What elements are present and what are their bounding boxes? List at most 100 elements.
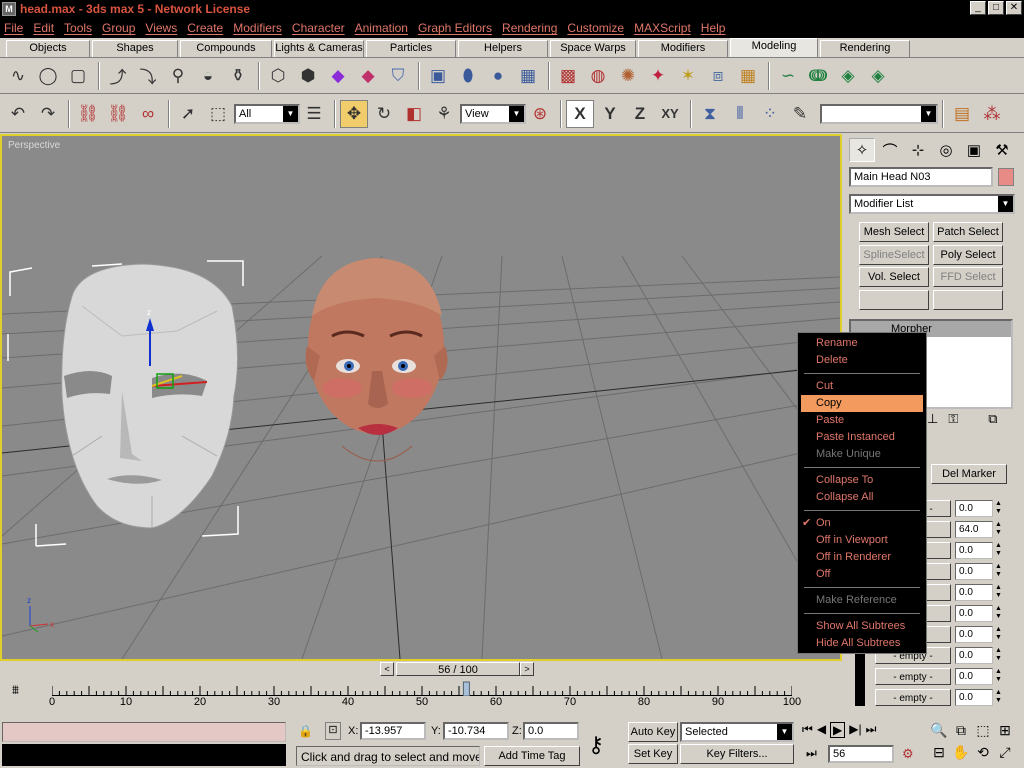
menu-create[interactable]: Create [187, 21, 223, 35]
undo-icon[interactable]: ↶ [4, 100, 32, 128]
menu-item-cut[interactable]: Cut [798, 378, 926, 395]
tab-helpers[interactable]: Helpers [458, 40, 548, 57]
empty-modifier-button[interactable] [933, 290, 1003, 310]
menu-item-off[interactable]: Off [798, 566, 926, 583]
wave-icon[interactable]: ✶ [674, 62, 702, 90]
object-name-field[interactable]: Main Head N03 [849, 167, 993, 187]
bend-icon[interactable]: ⤴ [104, 62, 132, 90]
prev-frame-arrow-icon[interactable]: < [380, 662, 394, 676]
modifier-list-dropdown[interactable]: Modifier List ▼ [849, 194, 1015, 214]
prev-key-icon[interactable]: ◀ [817, 722, 826, 738]
z-coordinate-field[interactable]: 0.0 [523, 722, 579, 740]
zoom-icon[interactable]: 🔍 [928, 722, 950, 744]
morph-channel-value[interactable]: 0.0 [955, 542, 993, 559]
hierarchy-tab-icon[interactable]: ⊹ [905, 138, 931, 162]
tab-compounds[interactable]: Compounds [180, 40, 272, 57]
twist-icon[interactable]: ⤵ [134, 62, 162, 90]
tab-objects[interactable]: Objects [6, 40, 90, 57]
ring-icon[interactable]: ◯ [34, 62, 62, 90]
menu-item-collapse-to[interactable]: Collapse To [798, 472, 926, 489]
select-arrow-icon[interactable]: ➚ [174, 100, 202, 128]
morph-channel-value[interactable]: 0.0 [955, 563, 993, 580]
menu-item-delete[interactable]: Delete [798, 352, 926, 369]
taper-icon[interactable]: ⚲ [164, 62, 192, 90]
current-frame-marker[interactable] [462, 681, 470, 696]
axis-x-button[interactable]: X [566, 99, 594, 128]
key-filters-button[interactable]: Key Filters... [680, 744, 794, 764]
time-slider[interactable]: < 56 / 100 > [380, 661, 536, 677]
menu-maxscript[interactable]: MAXScript [634, 21, 691, 35]
rotate-icon[interactable]: ↻ [370, 100, 398, 128]
named-selection-dropdown[interactable]: ▼ [820, 103, 938, 124]
key-mode-dropdown[interactable]: Selected ▼ [680, 722, 794, 742]
bind-space-warp-icon[interactable]: ∞ [134, 100, 162, 128]
ffd-icon[interactable]: ✦ [644, 62, 672, 90]
maxscript-listener[interactable] [2, 722, 286, 742]
morph-channel-value[interactable]: 0.0 [955, 689, 993, 706]
edit-mesh-icon[interactable]: ⬢ [294, 62, 322, 90]
perspective-viewport[interactable]: Perspective z z x [0, 134, 842, 661]
textured-head-model[interactable] [305, 258, 448, 462]
link-icon[interactable]: ⛓ [74, 100, 102, 128]
mini-curve-editor-icon[interactable]: ⩩ [12, 682, 19, 698]
menu-help[interactable]: Help [701, 21, 726, 35]
spinner-icon[interactable]: ▲ ▼ [995, 605, 1005, 622]
menu-item-collapse-all[interactable]: Collapse All [798, 489, 926, 506]
nurbs-surface-icon[interactable]: ◈ [834, 62, 862, 90]
poly-select-button[interactable]: Poly Select [933, 245, 1003, 265]
next-frame-arrow-icon[interactable]: > [520, 662, 534, 676]
select-by-name-icon[interactable]: ☰ [300, 100, 328, 128]
morph-channel-button[interactable]: - empty - [875, 689, 951, 706]
vol-select-button[interactable]: Vol. Select [859, 267, 929, 287]
add-time-tag-button[interactable]: Add Time Tag [484, 746, 580, 766]
x-coordinate-field[interactable]: -13.957 [360, 722, 426, 740]
zoom-extents-icon[interactable]: ⬚ [972, 722, 994, 744]
lattice-icon[interactable]: ▦ [734, 62, 762, 90]
del-marker-button[interactable]: Del Marker [931, 464, 1007, 484]
spline-select-button[interactable]: SplineSelect [859, 245, 929, 265]
scale-icon[interactable]: ◧ [400, 100, 428, 128]
trackbar-ticks[interactable] [52, 680, 792, 696]
absolute-mode-icon[interactable]: ⊡ [325, 722, 341, 740]
grid-icon[interactable]: ▦ [514, 62, 542, 90]
menu-rendering[interactable]: Rendering [502, 21, 557, 35]
maximize-button[interactable]: □ [988, 1, 1004, 15]
menu-customize[interactable]: Customize [567, 21, 624, 35]
zoom-extents-all-icon[interactable]: ⊞ [994, 722, 1016, 744]
menu-item-off-in-viewport[interactable]: Off in Viewport [798, 532, 926, 549]
display-tab-icon[interactable]: ▣ [961, 138, 987, 162]
box-icon[interactable]: ▣ [424, 62, 452, 90]
axis-xy-button[interactable]: XY [656, 100, 684, 128]
surface-icon[interactable]: ◈ [864, 62, 892, 90]
modify-tab-icon[interactable]: ⌒ [877, 138, 903, 162]
utilities-tab-icon[interactable]: ⚒ [989, 138, 1015, 162]
morph-channel-value[interactable]: 0.0 [955, 647, 993, 664]
array-icon[interactable]: ⁘ [756, 100, 784, 128]
lock-selection-icon[interactable]: 🔒 [298, 724, 313, 738]
reference-coord-dropdown[interactable]: View ▼ [460, 103, 526, 124]
patch-icon[interactable]: ◆ [324, 62, 352, 90]
tab-particles[interactable]: Particles [366, 40, 456, 57]
mesh-smooth-icon[interactable]: ▩ [554, 62, 582, 90]
object-color-swatch[interactable] [998, 168, 1014, 186]
menu-item-on[interactable]: ✔ On [798, 515, 926, 532]
morph-channel-value[interactable]: 0.0 [955, 500, 993, 517]
morph-channel-value[interactable]: 0.0 [955, 584, 993, 601]
maximize-viewport-icon[interactable]: ⤢ [994, 744, 1016, 766]
morph-channel-value[interactable]: 64.0 [955, 521, 993, 538]
square-icon[interactable]: ▢ [64, 62, 92, 90]
spacing-tool-icon[interactable]: ✎ [786, 100, 814, 128]
menu-group[interactable]: Group [102, 21, 135, 35]
spinner-icon[interactable]: ▲ ▼ [995, 689, 1005, 706]
tab-space-warps[interactable]: Space Warps [550, 40, 636, 57]
axis-y-button[interactable]: Y [596, 100, 624, 128]
morph-channel-button[interactable]: - empty - [875, 668, 951, 685]
spinner-icon[interactable]: ▲ ▼ [995, 563, 1005, 580]
menu-edit[interactable]: Edit [33, 21, 54, 35]
spinner-icon[interactable]: ▲ ▼ [995, 521, 1005, 538]
menu-character[interactable]: Character [292, 21, 345, 35]
noise-icon[interactable]: ✺ [614, 62, 642, 90]
maxscript-output[interactable] [2, 744, 286, 766]
motion-tab-icon[interactable]: ◎ [933, 138, 959, 162]
tab-shapes[interactable]: Shapes [92, 40, 178, 57]
